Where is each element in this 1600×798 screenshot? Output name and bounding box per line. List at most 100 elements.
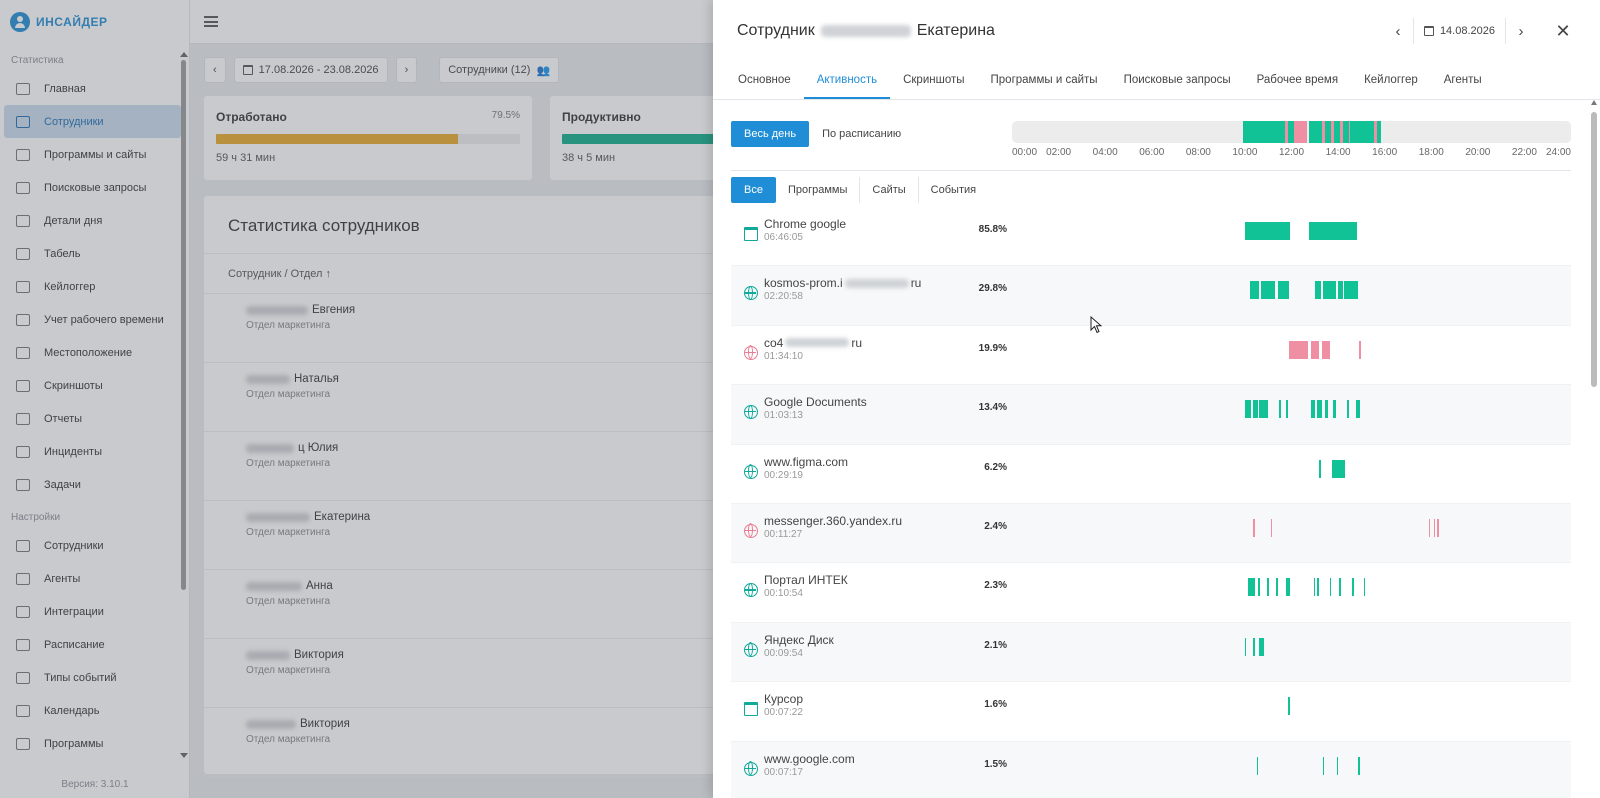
globe-icon <box>744 642 758 657</box>
all-day-button[interactable]: Весь день <box>731 121 810 147</box>
activity-percent: 1.6% <box>984 699 1007 711</box>
window-icon <box>744 702 758 717</box>
tab-5[interactable]: Рабочее время <box>1244 62 1351 99</box>
timeline-segment <box>1308 121 1320 143</box>
timeline-hour-label: 08:00 <box>1185 147 1211 158</box>
activity-percent: 19.9% <box>978 342 1007 354</box>
list-item[interactable]: www.figma.com 00:29:19 6.2% <box>731 445 1571 504</box>
list-item[interactable]: Яндекс Диск 00:09:54 2.1% <box>731 622 1571 683</box>
globe-icon <box>744 404 758 420</box>
activity-segment <box>1277 281 1290 300</box>
timeline-hour-label: 18:00 <box>1418 147 1444 158</box>
activity-name-text: co4 <box>764 335 784 350</box>
globe-icon <box>744 464 758 479</box>
timeline-hour-label: 02:00 <box>1046 147 1072 158</box>
filter-1[interactable]: Программы <box>776 177 861 203</box>
list-item[interactable]: kosmos-prom.i ru 02:20:58 29.8% <box>731 266 1571 326</box>
list-item[interactable]: co4 ru 01:34:10 19.9% <box>731 326 1571 386</box>
list-item[interactable]: Портал ИНТЕК 00:10:54 2.3% <box>731 563 1571 623</box>
activity-segment <box>1355 400 1361 419</box>
tab-1[interactable]: Активность <box>803 62 891 99</box>
activity-duration: 00:10:54 <box>764 588 803 600</box>
activity-segment <box>1270 518 1273 537</box>
activity-percent: 2.1% <box>984 639 1007 651</box>
activity-name-text: www.figma.com <box>764 454 849 469</box>
activity-duration: 00:29:19 <box>764 469 803 481</box>
activity-segment <box>1244 400 1251 419</box>
activity-timeline <box>1012 400 1571 419</box>
activity-duration: 00:09:54 <box>764 647 803 659</box>
day-picker[interactable]: 14.08.2026 <box>1412 18 1506 44</box>
activity-duration: 01:03:13 <box>764 410 803 422</box>
next-day-button[interactable]: › <box>1506 18 1536 44</box>
activity-segment <box>1308 222 1357 240</box>
activity-duration: 00:07:22 <box>764 707 803 719</box>
timeline-segment <box>1293 121 1307 143</box>
activity-timeline <box>1012 697 1571 716</box>
divider <box>731 170 1571 171</box>
filter-2[interactable]: Сайты <box>860 177 919 203</box>
list-item[interactable]: Курсор 00:07:22 1.6% <box>731 682 1571 742</box>
activity-segment <box>1285 578 1291 597</box>
tab-7[interactable]: Агенты <box>1431 62 1495 99</box>
scroll-thumb[interactable] <box>1591 112 1597 387</box>
activity-timeline <box>1012 222 1571 240</box>
activity-segment <box>1258 637 1264 656</box>
activity-name: co4 ru <box>764 336 862 350</box>
list-item[interactable]: Google Documents 01:03:13 13.4% <box>731 385 1571 445</box>
activity-name-suffix: ru <box>851 335 863 350</box>
activity-name-text: Google Documents <box>764 395 867 410</box>
tab-0[interactable]: Основное <box>725 62 804 99</box>
drawer-title: Сотрудник Екатерина <box>737 22 995 40</box>
day-timeline[interactable] <box>1012 121 1571 143</box>
tab-2[interactable]: Скриншоты <box>890 62 977 99</box>
list-item[interactable]: www.google.com 00:07:17 1.5% <box>731 741 1571 798</box>
activity-segment <box>1258 400 1269 419</box>
by-schedule-button[interactable]: По расписанию <box>809 121 914 147</box>
activity-segment <box>1322 756 1325 775</box>
prev-day-button[interactable]: ‹ <box>1383 18 1413 44</box>
activity-percent: 85.8% <box>978 224 1007 235</box>
activity-segment <box>1311 340 1320 359</box>
activity-segment <box>1253 400 1258 419</box>
activity-segment <box>1338 281 1343 300</box>
close-icon[interactable]: ✕ <box>1548 18 1578 44</box>
activity-name: www.figma.com <box>764 455 848 469</box>
list-item[interactable]: messenger.360.yandex.ru 00:11:27 2.4% <box>731 503 1571 564</box>
activity-name: messenger.360.yandex.ru <box>764 514 902 528</box>
filter-0[interactable]: Все <box>731 177 776 203</box>
activity-timeline <box>1012 637 1571 656</box>
activity-timeline <box>1012 756 1571 775</box>
activity-segment <box>1244 222 1291 240</box>
activity-segment <box>1313 578 1316 597</box>
timeline-hour-label: 16:00 <box>1372 147 1398 158</box>
activity-name: Chrome google <box>764 217 846 231</box>
activity-name: kosmos-prom.i ru <box>764 276 921 290</box>
activity-percent: 29.8% <box>978 283 1007 295</box>
activity-type-filter: Все Программы Сайты События <box>731 177 988 203</box>
activity-segment <box>1319 459 1321 478</box>
employee-drawer: Сотрудник Екатерина ‹ 14.08.2026 › ✕ Осн… <box>713 0 1600 798</box>
tab-3[interactable]: Программы и сайты <box>978 62 1111 99</box>
scroll-up-arrow-icon[interactable] <box>1591 100 1597 105</box>
timeline-hour-label: 22:00 <box>1511 147 1537 158</box>
activity-segment <box>1363 578 1366 597</box>
activity-segment <box>1248 578 1256 597</box>
tab-4[interactable]: Поисковые запросы <box>1111 62 1244 99</box>
timeline-hour-label: 14:00 <box>1325 147 1351 158</box>
activity-timeline <box>1012 340 1571 359</box>
activity-duration: 02:20:58 <box>764 291 803 303</box>
redacted-text <box>785 338 850 348</box>
drawer-scrollbar[interactable] <box>1591 100 1598 792</box>
modal-backdrop[interactable] <box>0 0 713 798</box>
filter-3[interactable]: События <box>919 177 988 203</box>
drawer-tabs: Основное Активность Скриншоты Программы и с… <box>713 62 1600 100</box>
timeline-segment <box>1242 121 1283 143</box>
timeline-hour-label: 12:00 <box>1278 147 1305 158</box>
globe-icon <box>744 285 758 301</box>
activity-timeline <box>1012 518 1571 537</box>
activity-timeline <box>1012 578 1571 597</box>
tab-6[interactable]: Кейлоггер <box>1351 62 1431 99</box>
activity-segment <box>1433 518 1436 537</box>
list-item[interactable]: Chrome google 06:46:05 85.8% <box>731 207 1571 267</box>
